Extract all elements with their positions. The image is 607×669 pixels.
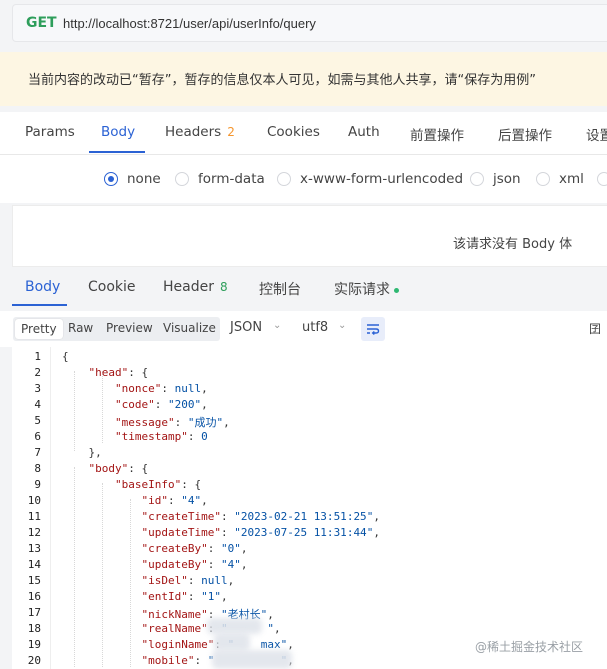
redacted-blur	[214, 633, 250, 651]
line-number: 18	[27, 622, 41, 635]
watermark: @稀土掘金技术社区	[475, 640, 584, 654]
radio-urlencoded[interactable]	[277, 172, 291, 186]
line-number: 11	[27, 510, 41, 523]
radio-json[interactable]	[470, 172, 484, 186]
wrap-icon	[367, 324, 380, 335]
line-number: 2	[34, 366, 41, 379]
line-number: 8	[34, 462, 41, 475]
code-line: "timestamp": 0	[114, 430, 208, 443]
line-number: 13	[27, 542, 41, 555]
redacted-blur	[207, 618, 262, 634]
radio-json-label[interactable]: json	[493, 171, 521, 187]
view-mode-switch: Pretty Raw Preview Visualize	[13, 317, 220, 341]
method-label[interactable]: GET	[26, 15, 57, 31]
line-number: 16	[27, 590, 41, 603]
radio-none[interactable]	[104, 172, 118, 186]
format-select[interactable]: JSON	[230, 320, 262, 335]
radio-form-data-label[interactable]: form-data	[198, 171, 265, 187]
encoding-select[interactable]: utf8	[302, 320, 328, 335]
tab-auth[interactable]: Auth	[348, 124, 380, 140]
code-line: "code": "200",	[114, 398, 208, 411]
body-type-radios: none form-data x-www-form-urlencoded jso…	[0, 155, 607, 203]
code-line: "message": "成功",	[114, 416, 230, 429]
chevron-down-icon[interactable]: ⌄	[338, 320, 346, 331]
line-number: 19	[27, 638, 41, 651]
line-number: 3	[34, 382, 41, 395]
no-body-text: 该请求没有 Body 体	[453, 237, 573, 252]
visualize-button[interactable]: Visualize	[163, 321, 216, 335]
line-number: 7	[34, 446, 41, 459]
radio-xml[interactable]	[536, 172, 550, 186]
chevron-down-icon[interactable]: ⌄	[273, 320, 281, 331]
code-line: "isDel": null,	[141, 574, 235, 587]
resp-tab-header-label: Header	[163, 279, 214, 295]
line-number: 14	[27, 558, 41, 571]
header-count-badge: 8	[219, 280, 228, 294]
radio-form-data[interactable]	[175, 172, 189, 186]
line-number: 17	[27, 606, 41, 619]
radio-none-label[interactable]: none	[127, 171, 161, 187]
headers-count-badge: 2	[227, 125, 235, 139]
resp-tab-body[interactable]: Body	[25, 279, 60, 295]
active-tab-indicator	[89, 151, 145, 153]
word-wrap-button[interactable]	[361, 317, 385, 341]
code-line: "baseInfo": {	[114, 478, 202, 491]
code-line: "entId": "1",	[141, 590, 228, 603]
resp-tab-actual-label: 实际请求	[334, 282, 390, 298]
active-resp-tab-indicator	[12, 304, 67, 306]
line-number: 12	[27, 526, 41, 539]
request-tabs: Params Body Headers 2 Cookies Auth 前置操作 后…	[0, 112, 607, 155]
tab-post-actions[interactable]: 后置操作	[498, 124, 552, 144]
code-line: "body": {	[88, 462, 149, 475]
radio-xml-label[interactable]: xml	[559, 171, 584, 187]
code-line: "createBy": "0",	[141, 542, 248, 555]
line-number-gutter: 1 2 3 4 5 6 7 8 9 10 11 12 13 14 15 16 17 18 19 20	[12, 347, 51, 669]
code-line: "updateTime": "2023-07-25 11:31:44",	[141, 526, 380, 539]
draft-notice-text: 当前内容的改动已“暂存”，暂存的信息仅本人可见，如需与其他人共享，请“保存为用例…	[28, 73, 536, 88]
code-line: "updateBy": "4",	[141, 558, 248, 571]
line-number: 5	[34, 414, 41, 427]
pretty-button[interactable]: Pretty	[15, 319, 63, 339]
url-text[interactable]: http://localhost:8721/user/api/userInfo/…	[63, 16, 316, 31]
redacted-blur	[212, 650, 292, 669]
code-line: {	[62, 350, 69, 363]
code-line: "head": {	[88, 366, 149, 379]
line-number: 9	[34, 478, 41, 491]
raw-button[interactable]: Raw	[68, 321, 93, 335]
code-line: "id": "4",	[141, 494, 208, 507]
resp-tab-header[interactable]: Header 8	[163, 279, 228, 295]
line-number: 1	[34, 350, 41, 363]
url-bar[interactable]: GET http://localhost:8721/user/api/userI…	[12, 4, 607, 42]
tab-pre-actions[interactable]: 前置操作	[410, 124, 464, 144]
tab-settings[interactable]: 设置	[586, 124, 607, 144]
response-code-viewer[interactable]: 1 2 3 4 5 6 7 8 9 10 11 12 13 14 15 16 17 18 19 20 { "head"…	[12, 347, 607, 669]
radio-more[interactable]	[597, 172, 607, 186]
tab-body[interactable]: Body	[101, 124, 135, 140]
resp-tab-cookie[interactable]: Cookie	[88, 279, 136, 295]
response-toolbar: Pretty Raw Preview Visualize JSON ⌄ utf8…	[0, 311, 607, 347]
tab-params[interactable]: Params	[25, 124, 75, 140]
line-number: 15	[27, 574, 41, 587]
response-tabs: Body Cookie Header 8 控制台 实际请求	[0, 268, 607, 309]
preview-button[interactable]: Preview	[106, 321, 153, 335]
line-number: 20	[27, 654, 41, 667]
tab-headers[interactable]: Headers 2	[165, 124, 235, 140]
draft-notice: 当前内容的改动已“暂存”，暂存的信息仅本人可见，如需与其他人共享，请“保存为用例…	[0, 52, 607, 106]
status-dot-icon	[394, 287, 399, 293]
tab-headers-label: Headers	[165, 124, 222, 140]
line-number: 4	[34, 398, 41, 411]
code-line: "nonce": null,	[114, 382, 208, 395]
tab-cookies[interactable]: Cookies	[267, 124, 320, 140]
line-number: 6	[34, 430, 41, 443]
line-number: 10	[27, 494, 41, 507]
no-body-panel: 该请求没有 Body 体	[12, 205, 607, 267]
code-line: },	[62, 446, 102, 459]
copy-icon[interactable]: 囝	[589, 320, 601, 337]
resp-tab-actual-request[interactable]: 实际请求	[334, 279, 399, 299]
radio-urlencoded-label[interactable]: x-www-form-urlencoded	[300, 171, 463, 187]
resp-tab-console[interactable]: 控制台	[259, 279, 301, 299]
code-line: "createTime": "2023-02-21 13:51:25",	[141, 510, 380, 523]
